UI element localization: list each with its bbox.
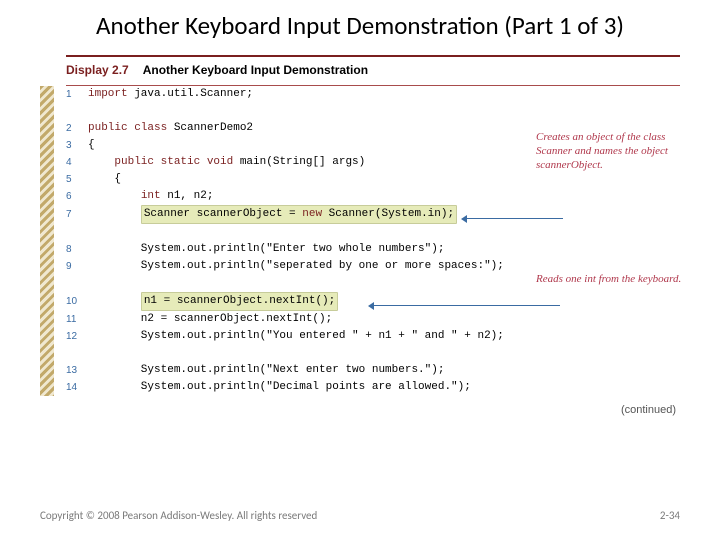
code-line: 6 int n1, n2; [66,188,680,205]
page-number: 2-34 [660,509,680,522]
continued-label: (continued) [40,404,676,416]
code-line: 11 n2 = scannerObject.nextInt(); [66,311,680,328]
slide: Another Keyboard Input Demonstration (Pa… [0,0,720,540]
code-line: 14 System.out.println("Decimal points ar… [66,379,680,396]
display-header: Display 2.7 Another Keyboard Input Demon… [66,55,680,85]
arrow-icon [463,218,563,219]
code-lines: 1import java.util.Scanner; 2public class… [66,86,680,397]
code-line: 8 System.out.println("Enter two whole nu… [66,241,680,258]
code-area: 1import java.util.Scanner; 2public class… [40,86,680,397]
code-highlight: Scanner scannerObject = new Scanner(Syst… [141,205,457,224]
footer: Copyright © 2008 Pearson Addison-Wesley.… [40,509,680,522]
display-title: Another Keyboard Input Demonstration [143,63,368,77]
code-line: 5 { [66,171,680,188]
annotation-scanner-object: Creates an object of the class Scanner a… [536,130,686,173]
code-highlight: n1 = scannerObject.nextInt(); [141,292,338,311]
code-line: 13 System.out.println("Next enter two nu… [66,362,680,379]
code-line: 12 System.out.println("You entered " + n… [66,328,680,345]
code-stripe-decoration [40,86,54,397]
code-line: 1import java.util.Scanner; [66,86,680,103]
annotation-reads-int: Reads one int from the keyboard. [536,272,686,286]
copyright-text: Copyright © 2008 Pearson Addison-Wesley.… [40,509,317,522]
slide-title: Another Keyboard Input Demonstration (Pa… [40,12,680,41]
figure: Display 2.7 Another Keyboard Input Demon… [40,55,680,417]
code-line: 7 Scanner scannerObject = new Scanner(Sy… [66,205,680,224]
display-label: Display 2.7 [66,63,129,77]
arrow-icon [370,305,560,306]
